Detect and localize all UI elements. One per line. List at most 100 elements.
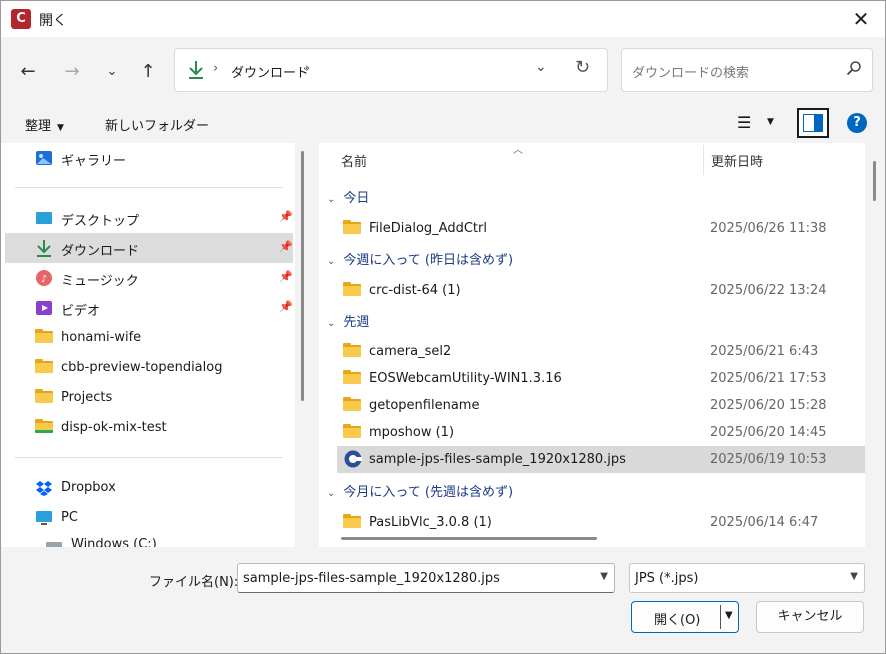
toolbar: 整理 ▼ 新しいフォルダー ☰ ▼ ?	[1, 103, 885, 143]
sidebar-item-projects[interactable]: Projects	[5, 383, 293, 413]
file-date: 2025/06/26 11:38	[710, 221, 827, 236]
search-box[interactable]: ダウンロードの検索	[621, 48, 873, 92]
sidebar-item-label: PC	[61, 510, 78, 525]
column-divider[interactable]	[703, 145, 704, 175]
file-name: mposhow (1)	[369, 425, 455, 440]
sidebar-item-gallery[interactable]: ギャラリー	[5, 143, 293, 173]
sidebar-item-label: ダウンロード	[61, 244, 140, 259]
preview-pane-button[interactable]	[797, 108, 829, 138]
folder-icon	[35, 329, 53, 347]
file-date: 2025/06/14 6:47	[710, 515, 819, 530]
chevron-down-icon[interactable]: ▼	[600, 571, 608, 582]
group-header[interactable]: ⌄ 今月に入って (先週は含めず)	[327, 481, 513, 507]
sidebar-item-disp-ok[interactable]: disp-ok-mix-test	[5, 413, 293, 443]
column-header-date[interactable]: 更新日時	[711, 151, 763, 183]
breadcrumb-item[interactable]: ダウンロード	[231, 62, 309, 81]
filename-field[interactable]: sample-jps-files-sample_1920x1280.jps ▼	[237, 563, 615, 593]
sidebar-item-label: ミュージック	[61, 274, 139, 289]
pin-icon[interactable]: 📌	[279, 240, 293, 253]
sidebar-item-windows-c[interactable]: Windows (C:)	[5, 533, 293, 547]
open-button[interactable]: 開く(O) ▼	[631, 601, 739, 633]
group-label: 今日	[343, 191, 370, 206]
pin-icon[interactable]: 📌	[279, 300, 293, 313]
organize-button[interactable]: 整理 ▼	[25, 115, 64, 134]
chevron-down-icon: ⌄	[327, 318, 336, 329]
cancel-button[interactable]: キャンセル	[756, 601, 864, 633]
column-header-name[interactable]: 名前	[341, 151, 367, 183]
file-date: 2025/06/21 17:53	[710, 371, 827, 386]
list-item[interactable]: EOSWebcamUtility-WIN1.3.16 2025/06/21 17…	[337, 365, 865, 392]
list-item[interactable]: mposhow (1) 2025/06/20 14:45	[337, 419, 865, 446]
sidebar-item-honami-wife[interactable]: honami-wife	[5, 323, 293, 353]
list-item-selected[interactable]: sample-jps-files-sample_1920x1280.jps 20…	[337, 446, 865, 473]
organize-label: 整理	[25, 119, 52, 134]
folder-icon	[35, 419, 53, 437]
sidebar-item-label: cbb-preview-topendialog	[61, 360, 223, 375]
list-item[interactable]: camera_sel2 2025/06/21 6:43	[337, 338, 865, 365]
list-view-icon[interactable]: ☰	[737, 113, 751, 132]
dialog-footer: ファイル名(N): sample-jps-files-sample_1920x1…	[1, 547, 885, 653]
app-icon: C	[11, 9, 31, 29]
preview-pane-fill	[814, 114, 823, 132]
folder-icon	[35, 359, 53, 377]
arrow-up-icon[interactable]: ↑	[135, 59, 161, 85]
window-title: 開く	[39, 13, 67, 29]
folder-icon	[343, 343, 363, 359]
sidebar-item-label: honami-wife	[61, 330, 142, 345]
group-header[interactable]: ⌄ 今週に入って (昨日は含めず)	[327, 249, 513, 275]
sidebar-item-pc[interactable]: PC	[5, 503, 293, 533]
caret-down-icon[interactable]: ▼	[725, 610, 733, 621]
folder-icon	[35, 389, 53, 407]
chevron-down-icon[interactable]: ⌄	[535, 59, 547, 75]
close-icon[interactable]: ✕	[849, 7, 873, 31]
list-item[interactable]: crc-dist-64 (1) 2025/06/22 13:24	[337, 277, 865, 304]
arrow-right-icon[interactable]: →	[59, 59, 85, 85]
gallery-icon	[36, 151, 52, 165]
open-file-dialog: C 開く ✕ ← → ⌄ ↑ › ダウンロード › ⌄ ↻ ダウンロードの検索	[0, 0, 886, 654]
filename-input[interactable]: sample-jps-files-sample_1920x1280.jps	[243, 571, 500, 586]
download-icon	[189, 61, 203, 79]
sidebar-item-downloads[interactable]: ダウンロード 📌	[5, 233, 293, 263]
file-list-vertical-scrollbar[interactable]	[873, 161, 876, 201]
group-header[interactable]: ⌄ 今日	[327, 187, 369, 213]
help-icon[interactable]: ?	[847, 113, 867, 133]
address-bar[interactable]: › ダウンロード › ⌄ ↻	[174, 48, 608, 92]
sidebar-item-dropbox[interactable]: Dropbox	[5, 473, 293, 503]
file-date: 2025/06/22 13:24	[710, 283, 827, 298]
search-input[interactable]: ダウンロードの検索	[632, 62, 749, 81]
drive-icon	[46, 542, 62, 547]
sidebar-item-cbb-preview[interactable]: cbb-preview-topendialog	[5, 353, 293, 383]
open-button-label: 開く(O)	[654, 613, 701, 628]
sort-caret-icon: ︿	[513, 145, 523, 156]
chevron-down-icon[interactable]: ⌄	[99, 59, 125, 85]
pin-icon[interactable]: 📌	[279, 210, 293, 223]
filetype-select[interactable]: JPS (*.jps) ▼	[629, 563, 865, 593]
file-date: 2025/06/20 15:28	[710, 398, 827, 413]
sidebar-item-videos[interactable]: ビデオ 📌	[5, 293, 293, 323]
folder-icon	[343, 220, 363, 236]
sidebar-item-desktop[interactable]: デスクトップ 📌	[5, 203, 293, 233]
filename-label: ファイル名(N):	[149, 575, 239, 590]
file-list-horizontal-scrollbar[interactable]	[341, 537, 597, 540]
sidebar-scrollbar[interactable]	[301, 151, 304, 401]
arrow-left-icon[interactable]: ←	[15, 59, 41, 85]
list-item[interactable]: FileDialog_AddCtrl 2025/06/26 11:38	[337, 215, 865, 242]
chevron-down-icon: ⌄	[327, 194, 336, 205]
list-item[interactable]: PasLibVlc_3.0.8 (1) 2025/06/14 6:47	[337, 509, 865, 536]
caret-down-icon: ▼	[57, 123, 64, 133]
new-folder-button[interactable]: 新しいフォルダー	[105, 115, 209, 134]
sidebar-item-music[interactable]: ♪ ミュージック 📌	[5, 263, 293, 293]
caret-down-icon[interactable]: ▼	[767, 117, 774, 127]
list-item[interactable]: getopenfilename 2025/06/20 15:28	[337, 392, 865, 419]
file-date: 2025/06/19 10:53	[710, 452, 827, 467]
pc-icon	[36, 511, 52, 525]
split-divider	[720, 605, 721, 629]
refresh-icon[interactable]: ↻	[575, 57, 590, 78]
pin-icon[interactable]: 📌	[279, 270, 293, 283]
group-header[interactable]: ⌄ 先週	[327, 311, 369, 337]
folder-icon	[343, 282, 363, 298]
svg-text:♪: ♪	[41, 274, 47, 285]
desktop-icon	[36, 212, 52, 224]
video-icon	[36, 301, 52, 315]
breadcrumb-separator-icon[interactable]: ›	[305, 61, 310, 76]
